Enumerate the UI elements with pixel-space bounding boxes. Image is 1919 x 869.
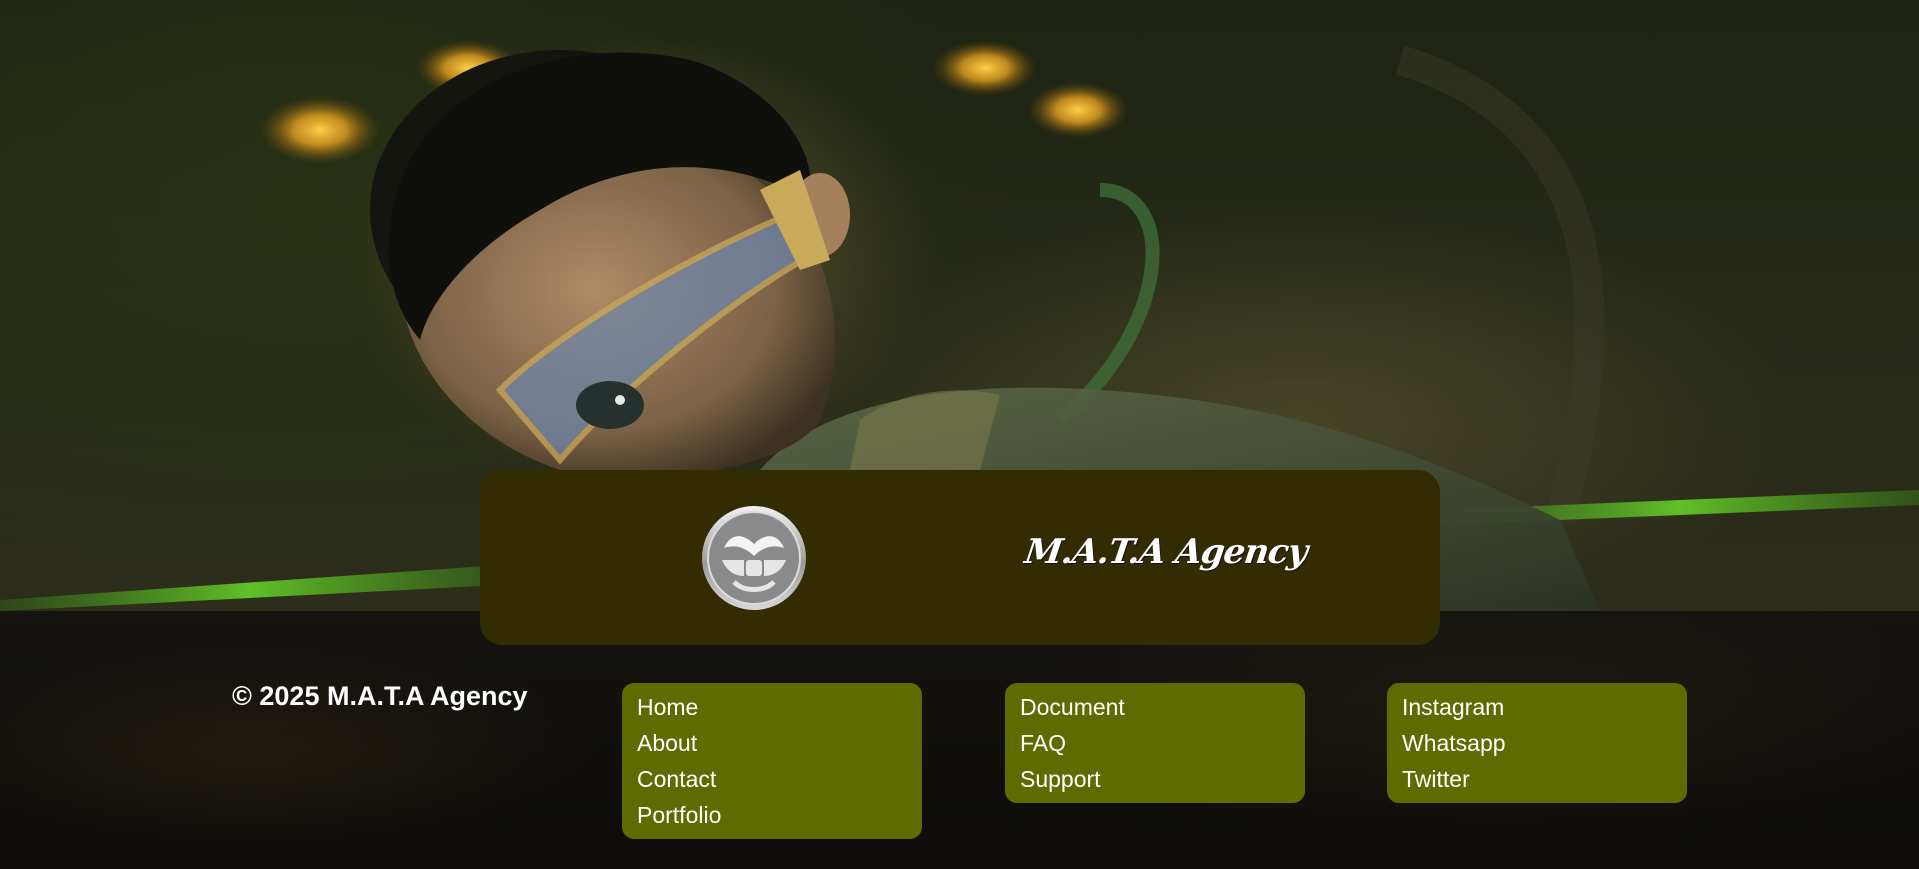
footer-link-twitter[interactable]: Twitter (1402, 761, 1672, 797)
footer-link-support[interactable]: Support (1020, 761, 1290, 797)
brand-card: M.A.T.A Agency (480, 470, 1440, 645)
footer-link-instagram[interactable]: Instagram (1402, 689, 1672, 725)
brand-name: M.A.T.A Agency (1022, 532, 1310, 572)
footer-link-contact[interactable]: Contact (637, 761, 907, 797)
footer-nav-resources: Document FAQ Support (1005, 683, 1305, 803)
page: M.A.T.A Agency © 2025 M.A.T.A Agency Hom… (0, 0, 1919, 869)
copyright-text: © 2025 M.A.T.A Agency (232, 681, 528, 711)
footer-link-about[interactable]: About (637, 725, 907, 761)
footer-nav-main: Home About Contact Portfolio (622, 683, 922, 839)
mask-emblem-icon[interactable] (700, 504, 808, 612)
footer-link-portfolio[interactable]: Portfolio (637, 797, 907, 833)
footer-link-whatsapp[interactable]: Whatsapp (1402, 725, 1672, 761)
footer-nav-social: Instagram Whatsapp Twitter (1387, 683, 1687, 803)
footer-link-home[interactable]: Home (637, 689, 907, 725)
footer-link-document[interactable]: Document (1020, 689, 1290, 725)
footer-link-faq[interactable]: FAQ (1020, 725, 1290, 761)
